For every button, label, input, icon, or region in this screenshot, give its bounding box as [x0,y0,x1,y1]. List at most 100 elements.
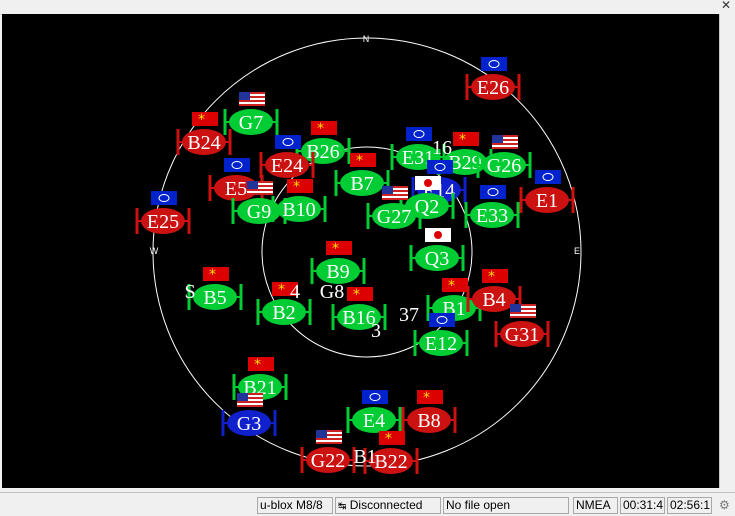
satellite-b9[interactable]: * B9 [310,241,366,284]
eu-flag-icon [535,170,561,184]
us-flag-icon [510,304,536,318]
satellite-label: G9 [247,201,271,223]
cn-flag-icon: * [311,121,337,137]
eu-flag-icon [406,127,432,141]
satellite-q3[interactable]: Q3 [409,228,465,271]
svg-text:*: * [488,269,495,285]
us-flag-icon [239,92,265,106]
partial-label: 16 [432,137,452,159]
settings-gear-icon[interactable]: ⚙ [719,498,733,512]
satellite-label: E33 [476,205,508,227]
eu-flag-icon [362,390,388,404]
satellite-sky-view: N E W E26 G7 * B24 * B26 E24 E31 * B29 G26 E5 G9 * B10… [2,14,719,488]
satellite-e25[interactable]: E25 [135,191,191,234]
status-bar: u-blox M8/8 ↹ Disconnected No file open … [0,492,735,516]
satellite-g26[interactable]: G26 [476,135,532,178]
satellite-label: Q2 [415,196,439,218]
svg-text:*: * [423,390,430,406]
satellite-g7[interactable]: G7 [223,92,279,135]
satellite-label: E5 [225,178,247,200]
satellite-label: B7 [350,173,373,195]
window-titlebar: ✕ [0,0,735,15]
file-status: No file open [443,497,569,514]
partial-label: 4 [290,281,300,303]
svg-text:*: * [293,179,300,195]
svg-text:*: * [209,267,216,283]
satellite-label: B8 [417,410,440,432]
us-flag-icon [316,430,342,444]
us-flag-icon [247,181,273,195]
close-icon[interactable]: ✕ [721,0,731,12]
satellite-label: B24 [187,132,220,154]
cn-flag-icon: * [326,241,352,257]
satellite-label: E25 [147,211,179,233]
satellite-label: B2 [272,302,295,324]
satellite-g3[interactable]: G3 [221,393,277,436]
partial-label: G8 [320,281,344,303]
cn-flag-icon: * [379,431,405,447]
connection-icon: ↹ [338,501,347,512]
cn-flag-icon: * [442,278,468,294]
satellite-e26[interactable]: E26 [465,57,521,100]
satellite-label: E1 [536,190,558,212]
satellite-e4[interactable]: E4 [346,390,402,433]
svg-text:*: * [317,121,324,137]
partial-label: S [184,281,195,303]
satellite-label: G7 [239,112,263,134]
satellite-b24[interactable]: * B24 [176,112,232,155]
svg-text:*: * [385,431,392,447]
satellite-label: E4 [363,410,385,432]
vertical-scrollbar[interactable] [719,14,735,488]
cn-flag-icon: * [203,267,229,283]
satellite-b10[interactable]: * B10 [271,179,327,222]
satellite-label: B26 [306,141,339,163]
cn-flag-icon: * [350,153,376,169]
satellite-label: E24 [271,155,303,177]
connection-status-text: Disconnected [349,498,423,512]
svg-text:*: * [459,132,466,148]
us-flag-icon [237,393,263,407]
cn-flag-icon: * [453,132,479,148]
eu-flag-icon [224,158,250,172]
satellite-g22[interactable]: G22 [300,430,356,473]
eu-flag-icon [429,313,455,327]
svg-text:*: * [254,357,261,373]
eu-flag-icon [480,185,506,199]
sky-plot: N E W E26G7*B24*B26E24 E31*B29 G26E5G9*B10… [135,34,582,474]
svg-text:*: * [353,287,360,303]
satellite-e33[interactable]: E33 [464,185,520,228]
satellite-label: B4 [482,289,505,311]
partial-label: 37 [399,304,419,326]
satellite-label: E12 [425,333,457,355]
svg-text:*: * [198,112,205,128]
partial-label: 3 [371,320,381,342]
satellite-label: G31 [505,324,539,346]
us-flag-icon [382,186,408,200]
satellite-b5[interactable]: * B5 [187,267,243,310]
connection-status: ↹ Disconnected [335,497,441,514]
cn-flag-icon: * [347,287,373,303]
jp-flag-icon [415,176,441,190]
satellite-b2[interactable]: * B2 [256,282,312,325]
cn-flag-icon: * [192,112,218,128]
svg-text:*: * [448,278,455,294]
protocol-status: NMEA [573,497,618,514]
satellite-label: B22 [374,451,407,473]
satellite-label: G26 [487,155,521,177]
svg-text:*: * [278,282,285,298]
satellite-b8[interactable]: * B8 [401,390,457,433]
satellite-label: G3 [237,413,261,435]
satellite-markers: E26G7*B24*B26E24 E31*B29 G26E5G9*B10*B7 E14… [135,57,575,474]
partial-label: B1 [353,446,376,468]
compass-north: N [363,34,370,44]
jp-flag-icon [425,228,451,242]
satellite-label: G27 [377,206,411,228]
compass-west: W [150,246,159,256]
svg-text:*: * [356,153,363,169]
satellite-b7[interactable]: * B7 [334,153,390,196]
satellite-label: G22 [311,450,345,472]
eu-flag-icon [151,191,177,205]
cn-flag-icon: * [482,269,508,285]
eu-flag-icon [427,160,453,174]
satellite-label: B5 [203,287,226,309]
